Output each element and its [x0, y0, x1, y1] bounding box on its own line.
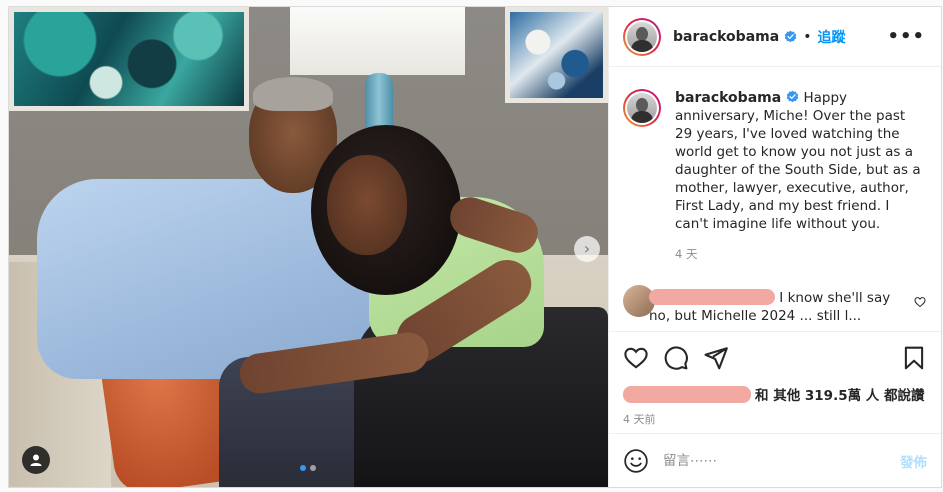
comment-item: I know she'll say no, but Michelle 2024 … [623, 285, 926, 325]
post-timestamp[interactable]: 4 天前 [609, 405, 941, 433]
redacted-liker-names [623, 385, 751, 403]
like-heart-icon[interactable] [623, 345, 649, 371]
next-slide-button[interactable]: › [574, 236, 600, 262]
carousel-indicator [300, 465, 316, 471]
share-paper-plane-icon[interactable] [703, 345, 729, 371]
caption-avatar[interactable] [623, 89, 661, 127]
comments-area[interactable]: barackobama Happy anniversary, Miche! Ov… [609, 67, 941, 331]
redacted-username [649, 289, 775, 305]
verified-badge-icon [784, 30, 797, 43]
carousel-dot [310, 465, 316, 471]
comment-composer: 發佈 [609, 433, 941, 487]
save-bookmark-icon[interactable] [901, 345, 927, 371]
comment-input[interactable] [663, 452, 900, 469]
avatar-photo [627, 21, 657, 52]
post-caption: barackobama Happy anniversary, Miche! Ov… [623, 89, 925, 263]
post-photo[interactable]: › [9, 7, 608, 487]
post-header: barackobama • 追蹤 ••• [609, 7, 941, 67]
like-count[interactable]: 和 其他 319.5萬 人 都說讚 [609, 383, 941, 405]
post-comment-button[interactable]: 發佈 [900, 451, 927, 471]
tagged-users-button[interactable] [22, 446, 50, 474]
like-count-text: 和 其他 319.5萬 人 都說讚 [755, 388, 925, 404]
verified-badge-icon [786, 90, 799, 103]
chevron-right-icon: › [583, 239, 591, 258]
photo-lampshade [290, 7, 465, 75]
user-icon [30, 454, 42, 466]
like-comment-heart-icon[interactable] [914, 296, 926, 308]
photo-lamp-base [365, 73, 393, 133]
author-avatar[interactable] [623, 17, 661, 56]
carousel-dot-active [300, 465, 306, 471]
photo-man-hair [253, 77, 333, 111]
post-actions-bar [609, 331, 941, 383]
caption-text: Happy anniversary, Miche! Over the past … [675, 90, 921, 232]
post-side-panel: barackobama • 追蹤 ••• barackobama Happy a… [608, 7, 941, 487]
photo-woman-face [327, 155, 407, 255]
caption-time: 4 天 [675, 247, 698, 261]
post-card: › barackobama • 追蹤 ••• barackobama Happy… [8, 6, 942, 488]
photo-painting-right [505, 7, 608, 103]
emoji-icon[interactable] [623, 448, 649, 474]
avatar-photo [627, 93, 657, 123]
follow-button[interactable]: 追蹤 [817, 27, 845, 47]
comment-bubble-icon[interactable] [663, 345, 689, 371]
photo-painting-left [9, 7, 249, 111]
header-separator: • [803, 28, 812, 45]
author-username[interactable]: barackobama [673, 29, 779, 45]
caption-username[interactable]: barackobama [675, 90, 781, 106]
more-options-icon[interactable]: ••• [887, 26, 925, 47]
